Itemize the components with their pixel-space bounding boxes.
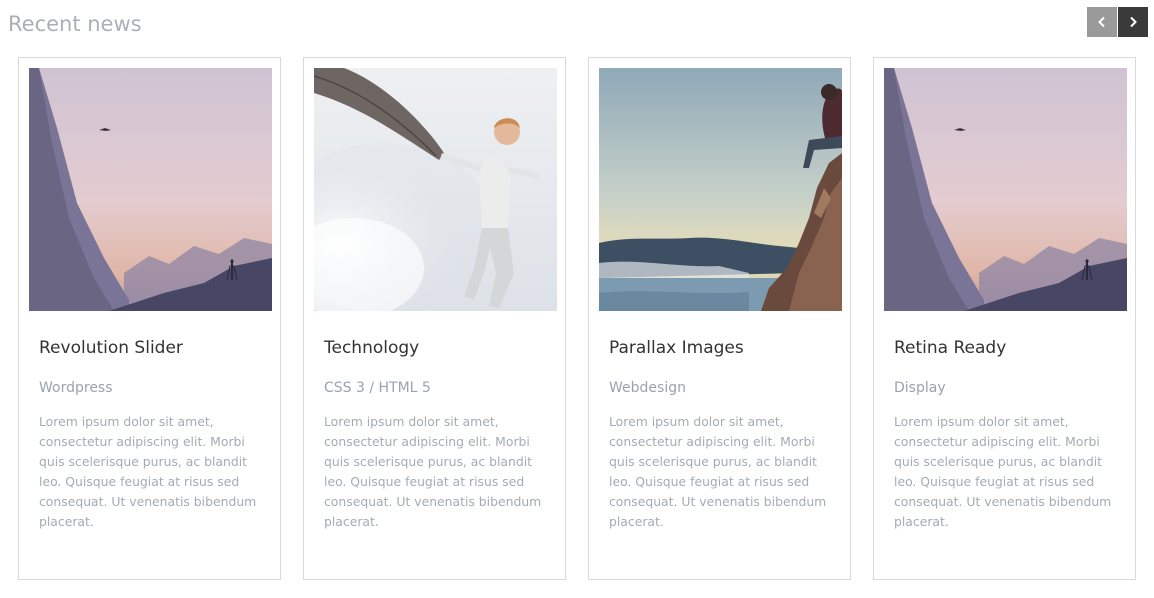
- boy-with-feather-image: [314, 68, 557, 311]
- carousel-next-button[interactable]: [1118, 7, 1148, 37]
- card-category: CSS 3 / HTML 5: [324, 380, 431, 396]
- mountain-photographer-image: [29, 68, 272, 311]
- chevron-left-icon: [1098, 16, 1105, 28]
- section-title: Recent news: [8, 12, 142, 36]
- card-excerpt: Lorem ipsum dolor sit amet, consectetur …: [609, 414, 827, 529]
- news-card: Retina Ready Display Lorem ipsum dolor s…: [873, 57, 1136, 580]
- cliff-lake-image: [599, 68, 842, 311]
- card-excerpt: Lorem ipsum dolor sit amet, consectetur …: [894, 414, 1112, 529]
- card-image[interactable]: [314, 68, 557, 311]
- card-image[interactable]: [29, 68, 272, 311]
- card-title[interactable]: Technology: [324, 336, 419, 360]
- news-card: Parallax Images Webdesign Lorem ipsum do…: [588, 57, 851, 580]
- card-image[interactable]: [599, 68, 842, 311]
- card-image[interactable]: [884, 68, 1127, 311]
- card-category: Wordpress: [39, 380, 113, 396]
- chevron-right-icon: [1130, 16, 1137, 28]
- mountain-photographer-image: [884, 68, 1127, 311]
- carousel-prev-button[interactable]: [1087, 7, 1117, 37]
- card-title[interactable]: Retina Ready: [894, 336, 1006, 360]
- card-title[interactable]: Parallax Images: [609, 336, 744, 360]
- news-card: Revolution Slider Wordpress Lorem ipsum …: [18, 57, 281, 580]
- card-category: Webdesign: [609, 380, 686, 396]
- card-title[interactable]: Revolution Slider: [39, 336, 183, 360]
- card-excerpt: Lorem ipsum dolor sit amet, consectetur …: [324, 414, 542, 529]
- card-category: Display: [894, 380, 946, 396]
- card-excerpt: Lorem ipsum dolor sit amet, consectetur …: [39, 414, 257, 529]
- news-card: Technology CSS 3 / HTML 5 Lorem ipsum do…: [303, 57, 566, 580]
